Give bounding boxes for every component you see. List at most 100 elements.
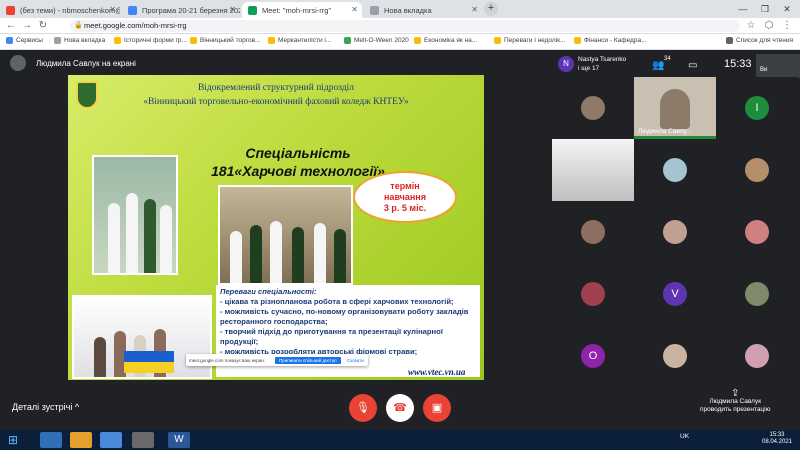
- bookmark-services[interactable]: Сервисы: [6, 37, 43, 44]
- avatar: [581, 96, 605, 120]
- avatar: O: [581, 344, 605, 368]
- participant-tile[interactable]: O: [552, 325, 634, 387]
- lock-icon: 🔒: [74, 22, 83, 29]
- app-icon[interactable]: [132, 432, 154, 448]
- explorer-icon[interactable]: [70, 432, 92, 448]
- participant-tile[interactable]: [634, 325, 716, 387]
- extensions-icon[interactable]: ⬡: [762, 19, 776, 33]
- participant-tile[interactable]: [552, 77, 634, 139]
- avatar: [745, 158, 769, 182]
- participant-tile[interactable]: [634, 139, 716, 201]
- avatar: V: [663, 282, 687, 306]
- camera-tile[interactable]: [552, 139, 634, 201]
- tab-close-icon[interactable]: ✕: [471, 5, 478, 14]
- bookmark-meltoween[interactable]: Melt-O-Ween 2020: [344, 37, 409, 44]
- tab-gmail[interactable]: (без теми) - nbmoschenkom@g... ✕: [0, 2, 120, 18]
- slide-website: www.vtec.vn.ua: [408, 367, 466, 377]
- flag-icon: [124, 351, 174, 373]
- bookmark-finance[interactable]: Фінанси - Кафедра...: [574, 37, 647, 44]
- mic-off-button[interactable]: 🎙: [349, 394, 377, 422]
- photo-expo-sweet: [72, 295, 212, 379]
- tab-close-icon[interactable]: ✕: [229, 5, 236, 14]
- tab-new[interactable]: Нова вкладка ✕: [364, 2, 482, 18]
- bookmark-new-tab[interactable]: Нова вкладка: [54, 37, 105, 44]
- chrome-icon: [370, 6, 379, 15]
- participant-tile[interactable]: I: [716, 77, 798, 139]
- hide-notification-button[interactable]: Сховати: [347, 358, 364, 363]
- participant-tile[interactable]: [552, 201, 634, 263]
- bookmark-vtec[interactable]: Вінницький торгов...: [190, 37, 260, 44]
- mic-off-icon: 🎙: [356, 402, 370, 414]
- menu-icon[interactable]: ⋮: [780, 19, 794, 33]
- bookmarks-bar: Сервисы Нова вкладка Історичні форми гр.…: [0, 34, 800, 50]
- participant-tile[interactable]: [716, 325, 798, 387]
- stop-sharing-button[interactable]: Припинити спільний доступ: [274, 356, 341, 364]
- doc-icon: [128, 6, 137, 15]
- ie-icon[interactable]: [40, 432, 62, 448]
- folder-icon: [574, 37, 581, 44]
- meet-stage: Людмила Савлук на екрані Відокремлений с…: [0, 51, 800, 430]
- forward-icon[interactable]: →: [20, 19, 34, 33]
- camera-off-button[interactable]: ▣: [423, 394, 451, 422]
- term-line-2: навчання: [384, 192, 426, 202]
- url-input[interactable]: 🔒 meet.google.com/moh-mrsi-rrg: [70, 20, 740, 32]
- avatar: [663, 220, 687, 244]
- page-icon: [344, 37, 351, 44]
- taskbar-clock[interactable]: 15:33 08.04.2021: [762, 432, 792, 446]
- present-icon: ⇪: [731, 388, 740, 399]
- presenting-status[interactable]: ⇪ Людмила Савлук проводить презентацію: [700, 388, 770, 414]
- folder-icon: [268, 37, 275, 44]
- tab-close-icon[interactable]: ✕: [351, 5, 358, 14]
- avatar: [663, 344, 687, 368]
- reload-icon[interactable]: ↻: [36, 19, 50, 33]
- close-window-icon[interactable]: ✕: [776, 0, 798, 18]
- participant-tile[interactable]: V: [634, 263, 716, 325]
- participant-tile[interactable]: [716, 201, 798, 263]
- avatar: [745, 220, 769, 244]
- phone-hangup-icon: ☎: [393, 402, 407, 414]
- gmail-icon: [6, 6, 15, 15]
- apps-icon: [6, 37, 13, 44]
- minimize-icon[interactable]: —: [732, 0, 754, 18]
- chat-icon[interactable]: ▭: [688, 60, 697, 71]
- screen-share-notification: meet.google.com показує ваш екран. Припи…: [186, 354, 368, 366]
- windows-start-icon[interactable]: ⊞: [8, 433, 18, 447]
- tab-meet[interactable]: Meet: "moh-mrsi-rrg" ✕: [242, 2, 362, 18]
- term-line-1: термін: [390, 181, 420, 191]
- bookmark-mercantilists[interactable]: Меркантилісти і...: [268, 37, 331, 44]
- reading-list[interactable]: Список для чтения: [726, 37, 793, 44]
- reading-list-icon: [726, 37, 733, 44]
- bookmark-advantages[interactable]: Переваги і недолік...: [494, 37, 565, 44]
- self-view[interactable]: Ви: [756, 54, 800, 78]
- bookmark-history[interactable]: Історичні форми гр...: [114, 37, 187, 44]
- presenter-name: Людмила Савлук на екрані: [36, 58, 136, 68]
- chevron-up-icon: ^: [74, 402, 80, 412]
- people-icon[interactable]: 👥: [652, 60, 664, 71]
- notification-text: meet.google.com показує ваш екран.: [189, 357, 265, 363]
- maximize-icon[interactable]: ❐: [754, 0, 776, 18]
- new-tab-button[interactable]: +: [484, 2, 498, 16]
- back-icon[interactable]: ←: [4, 19, 18, 33]
- participant-tile[interactable]: [552, 263, 634, 325]
- star-icon[interactable]: ☆: [744, 19, 758, 33]
- presenter-tile[interactable]: Людмила Савлу...: [634, 77, 716, 139]
- participant-tile[interactable]: [634, 201, 716, 263]
- tab-close-icon[interactable]: ✕: [109, 5, 116, 14]
- photo-students-2: [218, 185, 353, 285]
- meeting-details-button[interactable]: Деталі зустрічі ^: [12, 402, 79, 412]
- windows-taskbar: ⊞ W UK 15:33 08.04.2021: [0, 430, 800, 450]
- advantage-item: - можливість сучасно, по-новому організо…: [220, 307, 469, 326]
- photo-students-1: [92, 155, 178, 275]
- slide-header-2: «Вінницький торговельно-економічний фахо…: [143, 97, 409, 107]
- chrome-icon[interactable]: [100, 432, 122, 448]
- end-call-button[interactable]: ☎: [386, 394, 414, 422]
- language-indicator[interactable]: UK: [680, 433, 689, 440]
- bookmark-economics[interactable]: Економіка як на...: [414, 37, 477, 44]
- word-icon[interactable]: W: [168, 432, 190, 448]
- avatar: [581, 220, 605, 244]
- participant-tile[interactable]: [716, 139, 798, 201]
- taskbar-time: 15:33: [769, 432, 785, 438]
- tab-programa[interactable]: Програма 20-21 березня 2021 ... ✕: [122, 2, 240, 18]
- tile-name: Людмила Савлу...: [638, 128, 692, 135]
- participant-tile[interactable]: [716, 263, 798, 325]
